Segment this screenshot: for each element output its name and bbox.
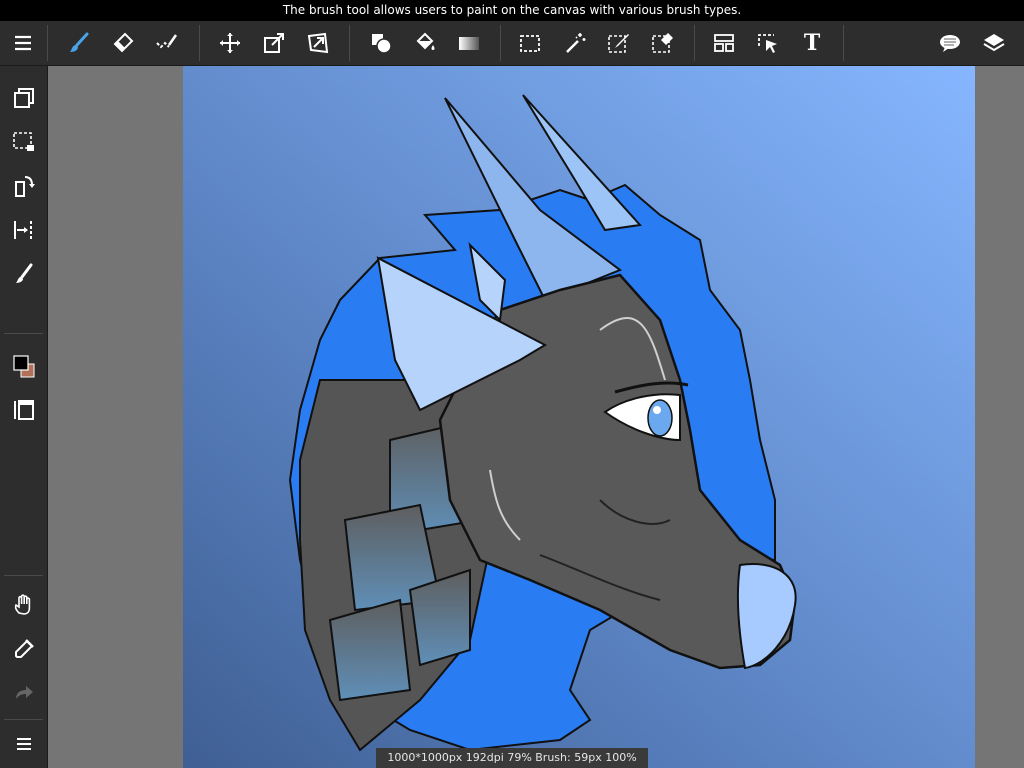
- rotate-button[interactable]: [9, 171, 39, 201]
- magic-wand-tool-button[interactable]: [560, 28, 590, 58]
- color-swatch-button[interactable]: [9, 351, 39, 381]
- select-eraser-icon: [652, 33, 673, 53]
- eyedropper-button[interactable]: [9, 634, 39, 664]
- dragon-artwork: [183, 66, 975, 768]
- brush-tool-button[interactable]: [64, 28, 94, 58]
- layers-button[interactable]: [979, 28, 1009, 58]
- menu-bottom-icon: [17, 738, 31, 750]
- speech-bubble-button[interactable]: [935, 28, 965, 58]
- redo-icon: [16, 686, 33, 699]
- eraser-icon: [113, 32, 134, 53]
- transform-icon: [264, 33, 284, 53]
- select-eraser-tool-button[interactable]: [648, 28, 678, 58]
- brush-tool-icon: [16, 263, 33, 283]
- select-clear-icon: [13, 132, 34, 151]
- rotate-icon: [15, 176, 35, 197]
- bottom-menu-button[interactable]: [9, 729, 39, 759]
- gradient-icon: [459, 37, 479, 50]
- hand-tool-button[interactable]: [9, 590, 39, 620]
- bucket-icon: [416, 32, 435, 50]
- fill-shape-icon: [372, 34, 392, 54]
- gradient-tool-button[interactable]: [454, 28, 484, 58]
- select-pen-icon: [608, 34, 629, 53]
- magic-wand-icon: [566, 33, 586, 53]
- brush-icon: [70, 32, 89, 52]
- operation-tool-button[interactable]: [753, 28, 783, 58]
- distort-icon: [307, 32, 329, 54]
- menu-button[interactable]: [8, 28, 38, 58]
- smudge-icon: [156, 34, 178, 49]
- status-bar: 1000*1000px 192dpi 79% Brush: 59px 100%: [376, 748, 648, 768]
- hand-icon: [14, 594, 31, 615]
- select-rect-tool-button[interactable]: [515, 28, 545, 58]
- move-icon: [220, 33, 240, 53]
- drawing-canvas[interactable]: [183, 66, 975, 768]
- smudge-tool-button[interactable]: [152, 28, 182, 58]
- frame-divider-tool-button[interactable]: [709, 28, 739, 58]
- copy-button[interactable]: [9, 83, 39, 113]
- ruler-icon: [14, 221, 32, 239]
- color-swatch-icon: [13, 355, 35, 378]
- select-clear-button[interactable]: [9, 127, 39, 157]
- fill-shape-tool-button[interactable]: [366, 28, 396, 58]
- text-icon: T: [803, 30, 821, 56]
- distort-tool-button[interactable]: [303, 28, 333, 58]
- canvas-icon: [14, 400, 34, 420]
- operation-icon: [758, 34, 777, 53]
- text-tool-button[interactable]: T: [797, 28, 827, 58]
- left-sidebar: [0, 66, 48, 768]
- brush-settings-button[interactable]: [9, 259, 39, 289]
- top-toolbar: T: [0, 21, 1024, 66]
- layers-icon: [983, 34, 1005, 52]
- bucket-tool-button[interactable]: [410, 28, 440, 58]
- eyedropper-icon: [15, 639, 34, 658]
- menu-icon: [15, 35, 31, 51]
- speech-bubble-icon: [940, 35, 960, 52]
- redo-button[interactable]: [9, 678, 39, 708]
- select-rect-icon: [520, 35, 540, 52]
- move-tool-button[interactable]: [215, 28, 245, 58]
- ruler-button[interactable]: [9, 215, 39, 245]
- eraser-tool-button[interactable]: [108, 28, 138, 58]
- canvas-button[interactable]: [9, 395, 39, 425]
- transform-tool-button[interactable]: [259, 28, 289, 58]
- frame-divider-icon: [714, 34, 734, 52]
- tooltip-bar: The brush tool allows users to paint on …: [0, 0, 1024, 21]
- copy-icon: [14, 88, 34, 108]
- select-pen-tool-button[interactable]: [604, 28, 634, 58]
